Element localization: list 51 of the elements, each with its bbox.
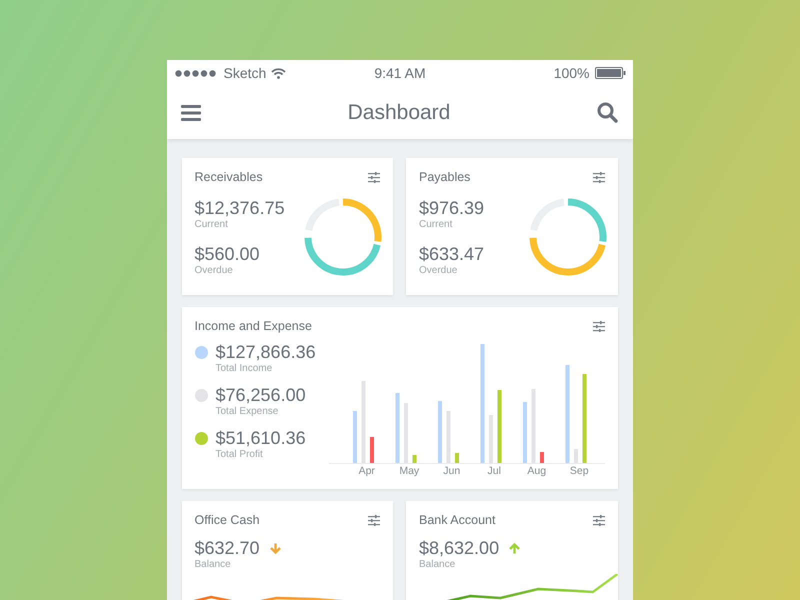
settings-sliders-button[interactable]	[592, 320, 604, 332]
settings-sliders-button[interactable]	[368, 172, 380, 182]
menu-button[interactable]	[180, 104, 200, 120]
chart-bar	[352, 411, 356, 463]
month-label: Apr	[358, 465, 376, 477]
card-title: Receivables	[194, 170, 263, 184]
battery-percent: 100%	[554, 65, 590, 81]
wifi-icon	[271, 68, 286, 78]
chart-bar	[412, 455, 416, 463]
battery-icon	[594, 67, 626, 79]
month-label: Jul	[486, 465, 502, 477]
amount: $632.70	[194, 537, 260, 559]
chart-bar	[438, 401, 442, 463]
amount: $51,610.36	[216, 427, 306, 449]
chart-bar	[522, 402, 526, 463]
page-title: Dashboard	[348, 100, 450, 124]
signal-icon	[174, 70, 218, 76]
chart-bar	[454, 453, 458, 463]
amount: $127,866.36	[216, 341, 316, 363]
carrier-name: Sketch	[224, 65, 266, 81]
amount-label: Overdue	[194, 264, 234, 276]
amount-label: Overdue	[419, 264, 458, 276]
card-title: Payables	[419, 170, 470, 184]
status-time: 9:41 AM	[374, 65, 426, 81]
month-label: Sep	[568, 465, 590, 477]
card-title: Income and Expense	[194, 319, 312, 333]
amount-label: Balance	[194, 559, 232, 570]
amount-label: Current	[419, 218, 454, 230]
settings-sliders-button[interactable]	[368, 514, 380, 526]
chart-bar	[370, 437, 374, 463]
month-label: Aug	[526, 465, 548, 477]
amount-label: Current	[194, 218, 229, 230]
amount: $76,256.00	[216, 384, 306, 406]
amount: $8,632.00	[419, 537, 500, 559]
settings-sliders-button[interactable]	[592, 172, 604, 182]
month-label: May	[398, 465, 420, 477]
amount: $560.00	[194, 242, 261, 264]
amount: $633.47	[419, 242, 484, 264]
amount-label: Total Income	[216, 363, 274, 374]
amount: $976.39	[419, 196, 484, 218]
chart-bar	[540, 452, 544, 463]
amount: $12,376.75	[194, 196, 285, 218]
search-button[interactable]	[597, 102, 618, 123]
card-title: Bank Account	[419, 513, 496, 527]
amount-label: Balance	[419, 559, 456, 570]
amount-label: Total Profit	[216, 449, 264, 460]
amount-label: Total Expense	[216, 406, 280, 417]
month-label: Jun	[442, 465, 462, 477]
chart-bar	[395, 393, 399, 463]
card-title: Office Cash	[194, 513, 260, 527]
settings-sliders-button[interactable]	[592, 514, 604, 526]
